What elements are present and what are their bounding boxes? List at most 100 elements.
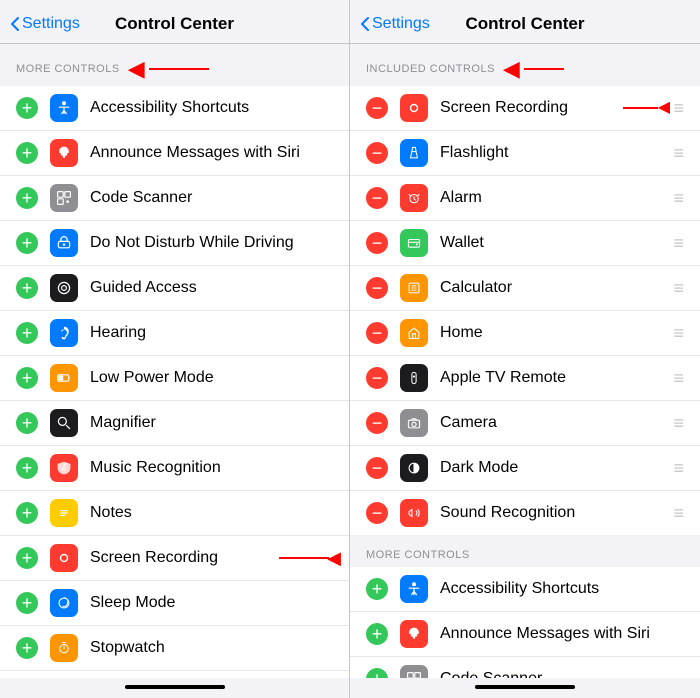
remove-screen-recording-button[interactable]: − (366, 97, 388, 119)
remove-calculator-button[interactable]: − (366, 277, 388, 299)
left-back-label: Settings (22, 15, 80, 33)
home-label: Home (440, 324, 669, 342)
list-item: + Accessibility Shortcuts (350, 567, 700, 612)
add-screen-recording-button[interactable]: + (16, 547, 38, 569)
add-music-recognition-button[interactable]: + (16, 457, 38, 479)
right-back-button[interactable]: Settings (360, 15, 430, 33)
low-power-mode-icon (50, 364, 78, 392)
drag-handle-camera[interactable]: ≡ (673, 413, 684, 434)
dark-mode-label: Dark Mode (440, 459, 669, 477)
list-item: + Low Power Mode (0, 356, 349, 401)
add-hearing-button[interactable]: + (16, 322, 38, 344)
remove-flashlight-button[interactable]: − (366, 142, 388, 164)
right-nav-title: Control Center (466, 14, 585, 34)
add-stopwatch-button[interactable]: + (16, 637, 38, 659)
drag-handle-flashlight[interactable]: ≡ (673, 143, 684, 164)
right-included-arrow-line (524, 68, 564, 70)
add-magnifier-button[interactable]: + (16, 412, 38, 434)
accessibility-shortcuts-right-icon (400, 575, 428, 603)
low-power-mode-label: Low Power Mode (90, 369, 333, 387)
announce-messages-label: Announce Messages with Siri (90, 144, 333, 162)
drag-handle-alarm[interactable]: ≡ (673, 188, 684, 209)
list-item: + Announce Messages with Siri (0, 131, 349, 176)
drag-handle-wallet[interactable]: ≡ (673, 233, 684, 254)
add-accessibility-shortcuts-right-button[interactable]: + (366, 578, 388, 600)
list-item: − Camera ≡ (350, 401, 700, 446)
list-item: + Stopwatch (0, 626, 349, 671)
camera-label: Camera (440, 414, 669, 432)
remove-alarm-button[interactable]: − (366, 187, 388, 209)
list-item: − Calculator ≡ (350, 266, 700, 311)
announce-messages-right-label: Announce Messages with Siri (440, 625, 684, 643)
notes-label: Notes (90, 504, 333, 522)
left-panel: Settings Control Center MORE CONTROLS ◀ … (0, 0, 350, 698)
sound-recognition-label: Sound Recognition (440, 504, 669, 522)
add-guided-access-button[interactable]: + (16, 277, 38, 299)
left-nav-bar: Settings Control Center (0, 0, 349, 44)
code-scanner-right-label: Code Scanner (440, 670, 684, 678)
remove-camera-button[interactable]: − (366, 412, 388, 434)
list-item: + Aa Text Size (0, 671, 349, 678)
add-code-scanner-button[interactable]: + (16, 187, 38, 209)
list-item: + Music Recognition (0, 446, 349, 491)
left-home-indicator (125, 685, 225, 689)
left-arrow-annotation: ◀ (128, 58, 145, 80)
add-accessibility-shortcuts-button[interactable]: + (16, 97, 38, 119)
add-do-not-disturb-driving-button[interactable]: + (16, 232, 38, 254)
list-item: + Sleep Mode (0, 581, 349, 626)
code-scanner-right-icon (400, 665, 428, 678)
music-recognition-icon (50, 454, 78, 482)
stopwatch-icon (50, 634, 78, 662)
list-item: − Flashlight ≡ (350, 131, 700, 176)
left-nav-title: Control Center (115, 14, 234, 34)
guided-access-icon (50, 274, 78, 302)
right-more-controls-header: MORE CONTROLS (350, 535, 700, 567)
add-announce-messages-button[interactable]: + (16, 142, 38, 164)
right-home-indicator (475, 685, 575, 689)
list-item: − Home ≡ (350, 311, 700, 356)
remove-dark-mode-button[interactable]: − (366, 457, 388, 479)
drag-handle-calculator[interactable]: ≡ (673, 278, 684, 299)
calculator-label: Calculator (440, 279, 669, 297)
drag-handle-dark-mode[interactable]: ≡ (673, 458, 684, 479)
add-code-scanner-right-button[interactable]: + (366, 668, 388, 678)
home-icon (400, 319, 428, 347)
remove-home-button[interactable]: − (366, 322, 388, 344)
sr-arrow-annotation: ◀ (623, 100, 670, 116)
sound-recognition-icon (400, 499, 428, 527)
remove-sound-recognition-button[interactable]: − (366, 502, 388, 524)
sleep-mode-label: Sleep Mode (90, 594, 333, 612)
add-sleep-mode-button[interactable]: + (16, 592, 38, 614)
flashlight-icon (400, 139, 428, 167)
left-back-button[interactable]: Settings (10, 15, 80, 33)
magnifier-label: Magnifier (90, 414, 333, 432)
camera-icon (400, 409, 428, 437)
right-back-label: Settings (372, 15, 430, 33)
drag-handle-home[interactable]: ≡ (673, 323, 684, 344)
stopwatch-label: Stopwatch (90, 639, 333, 657)
do-not-disturb-driving-icon (50, 229, 78, 257)
hearing-label: Hearing (90, 324, 333, 342)
dark-mode-icon (400, 454, 428, 482)
list-item: + Code Scanner (350, 657, 700, 678)
left-arrow-line (149, 68, 209, 70)
guided-access-label: Guided Access (90, 279, 333, 297)
add-notes-button[interactable]: + (16, 502, 38, 524)
screen-recording-included-icon (400, 94, 428, 122)
wallet-label: Wallet (440, 234, 669, 252)
flashlight-label: Flashlight (440, 144, 669, 162)
notes-icon (50, 499, 78, 527)
remove-wallet-button[interactable]: − (366, 232, 388, 254)
drag-handle-apple-tv-remote[interactable]: ≡ (673, 368, 684, 389)
remove-apple-tv-remote-button[interactable]: − (366, 367, 388, 389)
announce-messages-right-icon (400, 620, 428, 648)
left-more-controls-header: MORE CONTROLS ◀ (0, 44, 349, 86)
accessibility-shortcuts-icon (50, 94, 78, 122)
drag-handle-sound-recognition[interactable]: ≡ (673, 503, 684, 524)
add-announce-messages-right-button[interactable]: + (366, 623, 388, 645)
list-item: − Dark Mode ≡ (350, 446, 700, 491)
drag-handle-screen-recording[interactable]: ≡ (673, 98, 684, 119)
alarm-icon (400, 184, 428, 212)
left-bottom-bar (0, 678, 349, 698)
add-low-power-mode-button[interactable]: + (16, 367, 38, 389)
